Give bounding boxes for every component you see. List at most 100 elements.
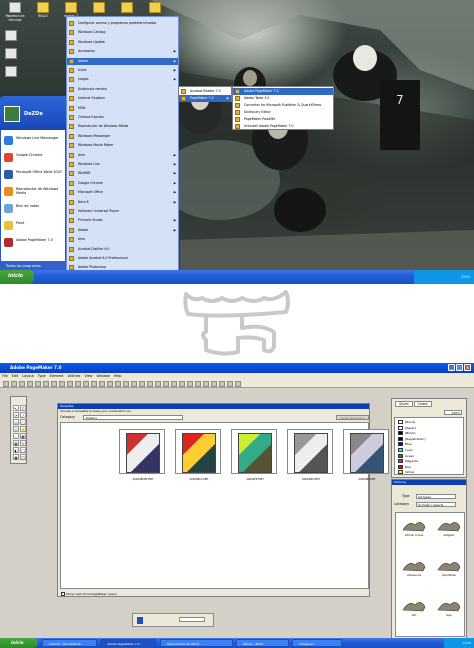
program-menu-item[interactable]: Ares <box>67 236 178 243</box>
tool-button[interactable]: ⬠ <box>13 426 19 432</box>
tint-field[interactable]: 100% <box>444 410 462 415</box>
toolbar-button[interactable] <box>35 381 41 387</box>
menu-type[interactable]: Type <box>38 374 46 378</box>
adobe-submenu-item[interactable]: PageMaker 7.0 ▶ <box>179 95 231 102</box>
tool-button[interactable]: ▭ <box>13 419 19 425</box>
toolbar-button[interactable] <box>139 381 145 387</box>
program-menu-item[interactable]: Adobe ▶ <box>67 57 178 65</box>
toolbar-button[interactable] <box>107 381 113 387</box>
menu-view[interactable]: View <box>84 374 92 378</box>
color-swatch-row[interactable]: Yellow <box>397 469 463 475</box>
toolbar-button[interactable] <box>83 381 89 387</box>
tool-button[interactable]: ↖ <box>13 405 19 411</box>
pinned-item[interactable]: Microsoft Office Word 2007 <box>4 168 64 182</box>
close-button[interactable]: × <box>464 364 471 371</box>
program-menu-item[interactable]: Reproductor de Windows Media <box>67 123 178 130</box>
control-field[interactable] <box>179 617 205 622</box>
program-menu-item[interactable]: Windows Live ▶ <box>67 161 178 168</box>
type-select[interactable]: All types <box>416 494 456 499</box>
taskbar-button[interactable]: imagenes <box>292 639 342 647</box>
program-menu-item[interactable]: Windows Movie Maker <box>67 142 178 149</box>
tool-button[interactable]: ○ <box>20 419 26 425</box>
toolbar-button[interactable] <box>219 381 225 387</box>
pagemaker-submenu-item[interactable]: PageMaker ReadMe <box>233 116 333 123</box>
pinned-item[interactable]: Paint <box>4 219 64 233</box>
program-menu-item[interactable]: WinRAR ▶ <box>67 170 178 177</box>
program-menu-item[interactable]: Configurar acceso y programas predetermi… <box>67 20 178 27</box>
toolbar-button[interactable] <box>235 381 241 387</box>
toolbar-button[interactable] <box>187 381 193 387</box>
library-item[interactable]: African Crane <box>399 517 429 541</box>
program-menu-item[interactable]: MSN <box>67 105 178 112</box>
tool-button[interactable]: ✎ <box>20 440 26 446</box>
create-publication-button[interactable]: Create Publication <box>336 415 369 420</box>
program-menu-item[interactable]: Adobe Acrobat 6.0 Professional <box>67 255 178 262</box>
tool-button[interactable]: T <box>20 405 26 411</box>
program-menu-item[interactable]: Internet Explorer <box>67 95 178 102</box>
tool-button[interactable]: ▦ <box>20 433 26 439</box>
program-menu-item[interactable]: Ares ▶ <box>67 152 178 159</box>
library-item[interactable]: Ape <box>434 597 464 621</box>
program-menu-item[interactable]: Accesorios ▶ <box>67 48 178 55</box>
toolbar-button[interactable] <box>59 381 65 387</box>
toolbar-button[interactable] <box>123 381 129 387</box>
pagemaker-submenu-item[interactable]: Adobe PageMaker 7.0 <box>233 88 333 95</box>
toolbar-button[interactable] <box>19 381 25 387</box>
toolbar-button[interactable] <box>43 381 49 387</box>
toolbar-button[interactable] <box>155 381 161 387</box>
tool-button[interactable]: ▣ <box>13 454 19 460</box>
program-menu-item[interactable]: Juegos ▶ <box>67 76 178 83</box>
tab-colors[interactable]: Colors <box>413 401 432 407</box>
library-item[interactable]: Allosaurus <box>399 557 429 581</box>
template-thumbnail[interactable]: 20024BYL.PMT <box>175 429 221 481</box>
toolbar-button[interactable] <box>67 381 73 387</box>
toolbar-button[interactable] <box>3 381 9 387</box>
toolbar-button[interactable] <box>211 381 217 387</box>
minimize-button[interactable]: _ <box>448 364 455 371</box>
template-thumbnail[interactable]: 20024BX.PMT <box>287 429 333 481</box>
menu-help[interactable]: Help <box>114 374 122 378</box>
pinned-item[interactable]: Reproductor de Windows Media <box>4 185 64 199</box>
taskbar-button[interactable]: Reproductor de Wind... <box>160 639 233 647</box>
toolbar-button[interactable] <box>99 381 105 387</box>
category-select[interactable]: Posters <box>83 415 183 420</box>
menu-layout[interactable]: Layout <box>22 374 34 378</box>
template-thumbnail[interactable]: 20024BYNT.PMT <box>119 429 165 481</box>
program-menu-item[interactable]: Microsoft Office ▶ <box>67 189 178 196</box>
taskbar-button[interactable]: Dibujo - Paint <box>236 639 289 647</box>
taskbar-button[interactable]: Adobe PageMaker 7.0 <box>100 639 156 647</box>
pinned-item[interactable]: Adobe PageMaker 7.0 <box>4 236 64 250</box>
toolbar-button[interactable] <box>75 381 81 387</box>
toolbar-button[interactable] <box>163 381 169 387</box>
desktop-icon-folder[interactable] <box>140 2 170 14</box>
toolbar-button[interactable] <box>131 381 137 387</box>
program-menu-item[interactable]: Windows Catalog <box>67 29 178 36</box>
tool-button[interactable]: ◐ <box>13 447 19 453</box>
program-menu-item[interactable]: Hallmark Universal Player <box>67 208 178 215</box>
program-menu-item[interactable]: Adobe ▶ <box>67 227 178 234</box>
toolbar-button[interactable] <box>91 381 97 387</box>
program-menu-item[interactable]: Windows Update <box>67 39 178 46</box>
program-menu-item[interactable]: Pinnacle Studio ▶ <box>67 217 178 224</box>
menu-edit[interactable]: Edit <box>12 374 19 378</box>
toolbar-button[interactable] <box>171 381 177 387</box>
toolbar-button[interactable] <box>195 381 201 387</box>
program-menu-item[interactable]: Nero 8 ▶ <box>67 199 178 206</box>
toolbar-button[interactable] <box>147 381 153 387</box>
program-menu-item[interactable]: Inicio ▶ <box>67 67 178 74</box>
tool-button[interactable]: ╱ <box>20 412 26 418</box>
tab-styles[interactable]: Styles <box>395 401 413 407</box>
pagemaker-submenu-item[interactable]: Converter for Microsoft Publisher & Quar… <box>233 102 333 109</box>
library-category-select[interactable]: Animals \ Insects <box>416 502 456 507</box>
tool-button[interactable]: ▩ <box>13 440 19 446</box>
tool-button[interactable]: ◫ <box>20 454 26 460</box>
toolbar-button[interactable] <box>203 381 209 387</box>
maximize-button[interactable]: □ <box>456 364 463 371</box>
template-thumbnail[interactable]: 20026FE.PMT <box>231 429 277 481</box>
program-menu-item[interactable]: Acrobat Distiller 6.0 <box>67 246 178 253</box>
library-item[interactable]: Amphibian <box>434 557 464 581</box>
pagemaker-submenu-item[interactable]: Adobe Table 3.0 <box>233 95 333 102</box>
desktop-icon-folder[interactable] <box>112 2 142 14</box>
program-menu-item[interactable]: Windows Messenger <box>67 133 178 140</box>
program-menu-item[interactable]: Google Chrome ▶ <box>67 180 178 187</box>
